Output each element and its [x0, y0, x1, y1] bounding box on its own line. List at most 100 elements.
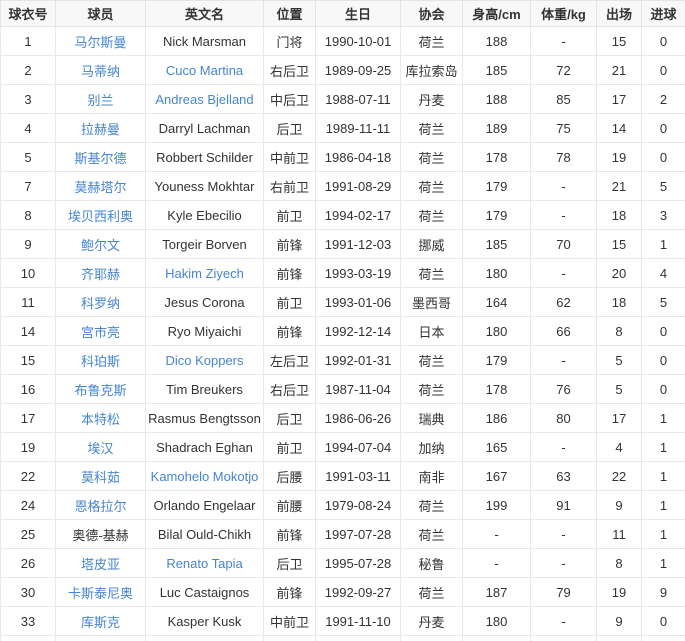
cell-player-name-cn-link[interactable]: 恩格拉尔: [74, 499, 126, 514]
cell-player-name-en: Hakim Ziyech: [146, 259, 264, 288]
table-row: 24恩格拉尔Orlando Engelaar前腰1979-08-24荷兰1999…: [1, 491, 685, 520]
cell-height: 178: [463, 375, 531, 404]
cell-jersey-number: 33: [1, 607, 56, 636]
cell-player-name-cn-link[interactable]: 布鲁克斯: [74, 383, 126, 398]
cell-empty: [146, 636, 264, 641]
cell-player-name-cn: 埃汉: [56, 433, 146, 462]
cell-appearances: 21: [597, 56, 642, 85]
cell-weight: -: [531, 27, 597, 56]
cell-player-name-cn-link[interactable]: 埃汉: [87, 441, 113, 456]
cell-player-name-en-link[interactable]: Kamohelo Mokotjo: [151, 469, 259, 484]
cell-player-name-en: Bilal Ould-Chikh: [146, 520, 264, 549]
cell-player-name-cn-link[interactable]: 斯基尔德: [74, 151, 126, 166]
cell-player-name-cn-link[interactable]: 科珀斯: [81, 354, 120, 369]
cell-jersey-number: 14: [1, 317, 56, 346]
cell-jersey-number: 2: [1, 56, 56, 85]
cell-player-name-cn-link[interactable]: 莫科茹: [81, 470, 120, 485]
table-row: 1马尔斯曼Nick Marsman门将1990-10-01荷兰188-150: [1, 27, 685, 56]
cell-player-name-cn: 塔皮亚: [56, 549, 146, 578]
cell-position: 后卫: [264, 404, 316, 433]
cell-empty: [531, 636, 597, 641]
table-row: 11科罗纳Jesus Corona前卫1993-01-06墨西哥16462185: [1, 288, 685, 317]
table-row: 17本特松Rasmus Bengtsson后卫1986-06-26瑞典18680…: [1, 404, 685, 433]
cell-jersey-number: 22: [1, 462, 56, 491]
cell-player-name-cn-link[interactable]: 莫赫塔尔: [74, 180, 126, 195]
cell-player-name-en: Ryo Miyaichi: [146, 317, 264, 346]
cell-position: 前卫: [264, 288, 316, 317]
cell-player-name-en-link[interactable]: Andreas Bjelland: [155, 92, 253, 107]
cell-association: 荷兰: [401, 259, 463, 288]
table-row: 33库斯克Kasper Kusk中前卫1991-11-10丹麦180-90: [1, 607, 685, 636]
cell-weight: -: [531, 201, 597, 230]
cell-goals: 5: [642, 288, 685, 317]
cell-player-name-cn-link[interactable]: 齐耶赫: [81, 267, 120, 282]
cell-player-name-en: Nick Marsman: [146, 27, 264, 56]
cell-weight: -: [531, 433, 597, 462]
cell-goals: 0: [642, 56, 685, 85]
table-row: 15科珀斯Dico Koppers左后卫1992-01-31荷兰179-50: [1, 346, 685, 375]
cell-height: 188: [463, 85, 531, 114]
cell-goals: 1: [642, 520, 685, 549]
cell-association: 秘鲁: [401, 549, 463, 578]
cell-empty: [316, 636, 401, 641]
cell-goals: 1: [642, 462, 685, 491]
cell-player-name-cn-link[interactable]: 科罗纳: [81, 296, 120, 311]
cell-player-name-en: Kamohelo Mokotjo: [146, 462, 264, 491]
table-row: 16布鲁克斯Tim Breukers右后卫1987-11-04荷兰1787650: [1, 375, 685, 404]
cell-appearances: 5: [597, 375, 642, 404]
cell-goals: 1: [642, 549, 685, 578]
cell-jersey-number: 24: [1, 491, 56, 520]
cell-player-name-cn-link[interactable]: 鲍尔文: [81, 238, 120, 253]
cell-birthday: 1979-08-24: [316, 491, 401, 520]
cell-player-name-cn-link[interactable]: 马蒂纳: [81, 64, 120, 79]
cell-height: 179: [463, 172, 531, 201]
cell-birthday: 1986-06-26: [316, 404, 401, 433]
cell-birthday: 1997-07-28: [316, 520, 401, 549]
cell-association: 荷兰: [401, 491, 463, 520]
cell-player-name-cn: 恩格拉尔: [56, 491, 146, 520]
cell-appearances: 21: [597, 172, 642, 201]
cell-player-name-cn-link[interactable]: 马尔斯曼: [74, 35, 126, 50]
cell-player-name-en-link[interactable]: Renato Tapia: [166, 556, 242, 571]
cell-association: 南非: [401, 462, 463, 491]
cell-appearances: 11: [597, 520, 642, 549]
cell-player-name-cn-link[interactable]: 宫市亮: [81, 325, 120, 340]
cell-player-name-cn-link[interactable]: 卡斯泰尼奥: [68, 586, 133, 601]
cell-birthday: 1994-02-17: [316, 201, 401, 230]
cell-player-name-cn-link[interactable]: 拉赫曼: [81, 122, 120, 137]
cell-weight: 85: [531, 85, 597, 114]
cell-birthday: 1992-09-27: [316, 578, 401, 607]
cell-association: 荷兰: [401, 375, 463, 404]
cell-player-name-cn: 别兰: [56, 85, 146, 114]
cell-player-name-cn-link[interactable]: 埃贝西利奥: [68, 209, 133, 224]
cell-player-name-en-link[interactable]: Cuco Martina: [166, 63, 243, 78]
cell-weight: 70: [531, 230, 597, 259]
cell-player-name-cn: 拉赫曼: [56, 114, 146, 143]
table-row: 7莫赫塔尔Youness Mokhtar右前卫1991-08-29荷兰179-2…: [1, 172, 685, 201]
cell-player-name-cn: 莫赫塔尔: [56, 172, 146, 201]
cell-player-name-cn-link[interactable]: 库斯克: [81, 615, 120, 630]
cell-goals: 0: [642, 346, 685, 375]
cell-position: 前锋: [264, 317, 316, 346]
cell-association: 墨西哥: [401, 288, 463, 317]
cell-position: 右前卫: [264, 172, 316, 201]
cell-position: 前腰: [264, 491, 316, 520]
cell-jersey-number: 30: [1, 578, 56, 607]
cell-appearances: 19: [597, 578, 642, 607]
cell-birthday: 1992-12-14: [316, 317, 401, 346]
cell-association: 库拉索岛: [401, 56, 463, 85]
col-header-player: 球员: [56, 1, 146, 27]
cell-player-name-cn-link[interactable]: 别兰: [87, 93, 113, 108]
cell-association: 荷兰: [401, 143, 463, 172]
col-header-position: 位置: [264, 1, 316, 27]
cell-birthday: 1990-10-01: [316, 27, 401, 56]
cell-height: 189: [463, 114, 531, 143]
cell-position: 门将: [264, 27, 316, 56]
table-row: 3别兰Andreas Bjelland中后卫1988-07-11丹麦188851…: [1, 85, 685, 114]
cell-goals: 1: [642, 230, 685, 259]
cell-player-name-en-link[interactable]: Dico Koppers: [165, 353, 243, 368]
cell-player-name-en-link[interactable]: Hakim Ziyech: [165, 266, 244, 281]
cell-player-name-cn-link[interactable]: 本特松: [81, 412, 120, 427]
cell-player-name-cn-link[interactable]: 塔皮亚: [81, 557, 120, 572]
cell-jersey-number: 8: [1, 201, 56, 230]
